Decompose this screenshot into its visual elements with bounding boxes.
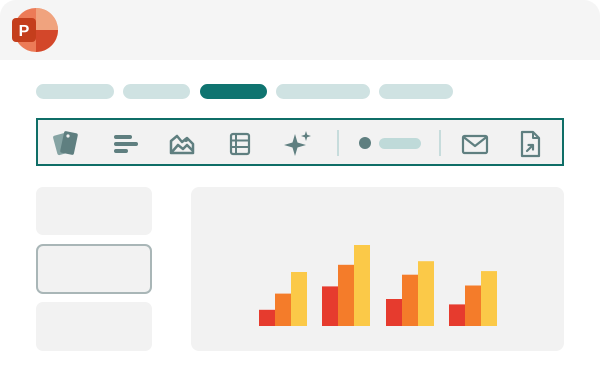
toggle-knob (359, 137, 371, 149)
designer-sparkle-button[interactable] (282, 128, 314, 160)
bar-group-4-series-3 (481, 271, 497, 326)
bar-group-1-series-2 (275, 293, 291, 326)
bar-group-1-series-3 (291, 272, 307, 326)
export-button[interactable] (514, 128, 546, 160)
bar-group-3-series-2 (402, 274, 418, 326)
tab-5[interactable] (379, 84, 453, 99)
align-text-button[interactable] (110, 128, 142, 160)
tab-active[interactable] (200, 84, 267, 99)
table-icon (229, 132, 251, 156)
sparkle-icon (284, 131, 311, 156)
ribbon-toolbar (36, 118, 564, 166)
bar-group-4-series-1 (449, 304, 465, 326)
title-bar: P (0, 0, 600, 60)
toggle-track (379, 138, 421, 149)
table-button[interactable] (224, 128, 256, 160)
bar-group-2-series-1 (322, 286, 338, 326)
tag-button[interactable] (50, 128, 82, 160)
bar-group-3-series-1 (386, 299, 402, 326)
app-window: P (0, 0, 600, 380)
mail-button[interactable] (459, 128, 491, 160)
ribbon-separator (439, 130, 441, 156)
slide-thumbnail-selected[interactable] (36, 244, 152, 294)
insert-image-button[interactable] (166, 128, 198, 160)
tag-icon (53, 131, 78, 156)
logo-letter: P (19, 23, 30, 40)
image-icon (169, 134, 195, 155)
tab-1[interactable] (36, 84, 114, 99)
mail-icon (461, 134, 489, 155)
toggle-switch[interactable] (355, 132, 421, 154)
bar-group-4-series-2 (465, 285, 481, 326)
ribbon-separator (337, 130, 339, 156)
powerpoint-logo-icon: P (4, 4, 60, 56)
slide-thumbnail-1[interactable] (36, 187, 152, 235)
slide-thumbnail-3[interactable] (36, 302, 152, 351)
bar-chart (259, 245, 497, 326)
export-file-icon (520, 130, 541, 158)
slide-canvas[interactable] (191, 187, 564, 351)
tab-4[interactable] (276, 84, 370, 99)
tab-2[interactable] (123, 84, 190, 99)
bar-group-2-series-3 (354, 245, 370, 326)
align-left-icon (114, 135, 138, 153)
bar-group-1-series-1 (259, 309, 275, 326)
bar-group-2-series-2 (338, 264, 354, 326)
bar-group-3-series-3 (418, 261, 434, 326)
